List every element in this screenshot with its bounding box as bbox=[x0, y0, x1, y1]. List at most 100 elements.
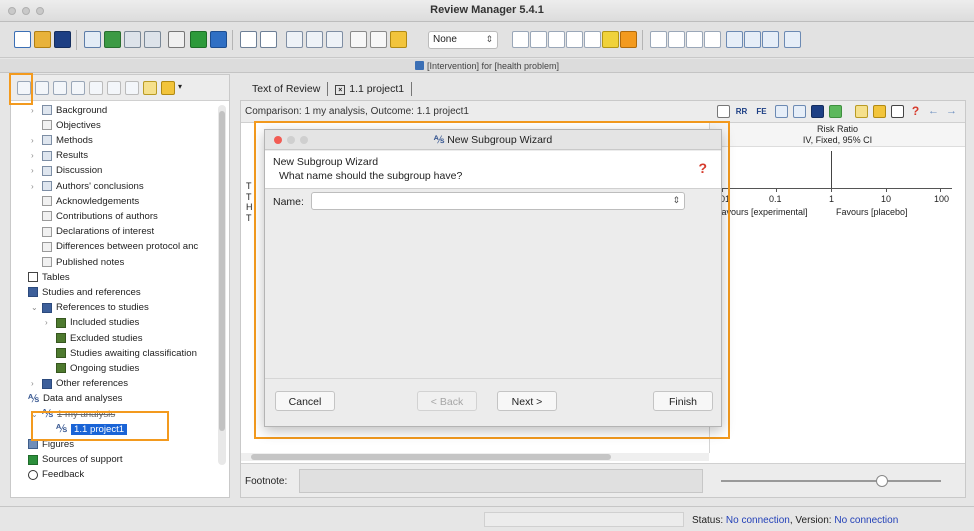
finish-button[interactable]: Finish bbox=[653, 391, 713, 411]
sidebar-scroll-thumb[interactable] bbox=[219, 111, 225, 431]
sidebar-item[interactable]: Excluded studies bbox=[45, 331, 143, 345]
spellcheck-auto-icon[interactable] bbox=[370, 31, 387, 48]
outdent-icon[interactable] bbox=[686, 31, 703, 48]
sidebar-item[interactable]: Ongoing studies bbox=[45, 361, 139, 375]
help-icon[interactable]: ? bbox=[909, 105, 922, 118]
sidebar-item[interactable]: › Background bbox=[31, 103, 107, 117]
zoom-slider-knob[interactable] bbox=[876, 475, 888, 487]
swap-icon[interactable] bbox=[775, 105, 788, 118]
sidebar-item[interactable]: Published notes bbox=[31, 255, 124, 269]
print-icon[interactable] bbox=[168, 31, 185, 48]
sidebar-item[interactable]: › Included studies bbox=[45, 316, 139, 330]
properties-icon[interactable] bbox=[717, 105, 730, 118]
table-horizontal-scrollbar[interactable] bbox=[241, 453, 709, 461]
expanded-chevron-icon[interactable]: ⌄ bbox=[31, 303, 39, 312]
move-up-icon[interactable] bbox=[107, 81, 121, 95]
cancel-button[interactable]: Cancel bbox=[275, 391, 335, 411]
rename-icon[interactable] bbox=[71, 81, 85, 95]
footnote-field[interactable] bbox=[299, 469, 703, 493]
tab-project1[interactable]: × 1.1 project1 bbox=[328, 82, 413, 96]
sidebar-item[interactable]: ⅍ Data and analyses bbox=[17, 392, 122, 406]
sidebar-item[interactable]: Acknowledgements bbox=[31, 194, 139, 208]
sidebar-item[interactable]: › Other references bbox=[31, 377, 128, 391]
italic-icon[interactable] bbox=[530, 31, 547, 48]
risk-ratio-toggle[interactable]: RR bbox=[735, 105, 748, 118]
sidebar-item[interactable]: Differences between protocol anc bbox=[31, 240, 198, 254]
bold-icon[interactable] bbox=[512, 31, 529, 48]
open-folder-icon[interactable] bbox=[34, 31, 51, 48]
sidebar-item[interactable]: › Methods bbox=[31, 133, 93, 147]
sync-icon[interactable] bbox=[104, 31, 121, 48]
note-icon[interactable] bbox=[143, 81, 157, 95]
table-options-icon[interactable] bbox=[873, 105, 886, 118]
insert-figure-icon[interactable] bbox=[744, 31, 761, 48]
sidebar-item[interactable]: Contributions of authors bbox=[31, 209, 158, 223]
zoom-slider[interactable] bbox=[721, 475, 941, 487]
new-document-icon[interactable] bbox=[14, 31, 31, 48]
collapsed-chevron-icon[interactable]: › bbox=[31, 136, 39, 145]
more-options-chevron-icon[interactable]: ▾ bbox=[178, 82, 182, 91]
collapsed-chevron-icon[interactable]: › bbox=[31, 151, 39, 160]
nav-back-icon[interactable] bbox=[124, 31, 141, 48]
sidebar-item[interactable]: Tables bbox=[17, 270, 70, 284]
sidebar-item[interactable]: ⌄ References to studies bbox=[31, 301, 149, 315]
sidebar-item[interactable]: Studies and references bbox=[17, 285, 141, 299]
insert-table-icon[interactable] bbox=[784, 31, 801, 48]
properties-icon[interactable] bbox=[53, 81, 67, 95]
sidebar-item[interactable]: Studies awaiting classification bbox=[45, 346, 197, 360]
special-character-icon[interactable] bbox=[762, 31, 779, 48]
collapsed-chevron-icon[interactable]: › bbox=[31, 166, 39, 175]
select-arrows-icon[interactable]: ⇕ bbox=[672, 195, 680, 206]
sidebar-item[interactable]: Feedback bbox=[17, 468, 84, 482]
close-tab-icon[interactable]: × bbox=[335, 85, 346, 95]
move-down-icon[interactable] bbox=[125, 81, 139, 95]
paste-icon[interactable] bbox=[326, 31, 343, 48]
highlight-pen-icon[interactable] bbox=[602, 31, 619, 48]
forest-plot-icon[interactable] bbox=[811, 105, 824, 118]
help-icon[interactable]: ? bbox=[698, 160, 707, 176]
green-arrow-left-icon[interactable] bbox=[190, 31, 207, 48]
next-button[interactable]: Next > bbox=[497, 391, 557, 411]
back-button[interactable]: < Back bbox=[417, 391, 477, 411]
more-options-icon[interactable] bbox=[161, 81, 175, 95]
edit-item-icon[interactable] bbox=[35, 81, 49, 95]
find-icon[interactable] bbox=[390, 31, 407, 48]
note-icon[interactable] bbox=[855, 105, 868, 118]
calculator-icon[interactable] bbox=[829, 105, 842, 118]
undo-icon[interactable] bbox=[240, 31, 257, 48]
collapsed-chevron-icon[interactable]: › bbox=[45, 318, 53, 327]
sidebar-item[interactable]: Declarations of interest bbox=[31, 225, 154, 239]
back-arrow-icon[interactable]: ← bbox=[927, 105, 940, 118]
sidebar-scrollbar[interactable] bbox=[218, 105, 226, 465]
bullet-list-icon[interactable] bbox=[650, 31, 667, 48]
indent-icon[interactable] bbox=[704, 31, 721, 48]
sidebar-item[interactable]: Sources of support bbox=[17, 453, 123, 467]
copy-icon[interactable] bbox=[306, 31, 323, 48]
link-item-icon[interactable] bbox=[89, 81, 103, 95]
link-icon[interactable] bbox=[726, 31, 743, 48]
home-icon[interactable] bbox=[84, 31, 101, 48]
print-icon[interactable] bbox=[891, 105, 904, 118]
cut-icon[interactable] bbox=[286, 31, 303, 48]
sidebar-item[interactable]: › Discussion bbox=[31, 164, 102, 178]
fixed-effect-toggle[interactable]: FE bbox=[755, 105, 768, 118]
tab-text-of-review[interactable]: Text of Review bbox=[245, 82, 329, 96]
nav-forward-icon[interactable] bbox=[144, 31, 161, 48]
blue-arrow-right-icon[interactable] bbox=[210, 31, 227, 48]
collapsed-chevron-icon[interactable]: › bbox=[31, 106, 39, 115]
subscript-icon[interactable] bbox=[584, 31, 601, 48]
text-color-icon[interactable] bbox=[620, 31, 637, 48]
redo-icon[interactable] bbox=[260, 31, 277, 48]
spellcheck-icon[interactable] bbox=[350, 31, 367, 48]
collapsed-chevron-icon[interactable]: › bbox=[31, 379, 39, 388]
sidebar-item[interactable]: › Authors' conclusions bbox=[31, 179, 144, 193]
numbered-list-icon[interactable] bbox=[668, 31, 685, 48]
table-scroll-thumb[interactable] bbox=[251, 454, 611, 460]
forward-arrow-icon[interactable]: → bbox=[945, 105, 958, 118]
superscript-icon[interactable] bbox=[566, 31, 583, 48]
funnel-plot-icon[interactable] bbox=[793, 105, 806, 118]
sidebar-item[interactable]: › Results bbox=[31, 149, 88, 163]
paragraph-style-select[interactable]: None ⇕ bbox=[428, 31, 498, 49]
collapsed-chevron-icon[interactable]: › bbox=[31, 182, 39, 191]
sidebar-item[interactable]: Objectives bbox=[31, 118, 101, 132]
